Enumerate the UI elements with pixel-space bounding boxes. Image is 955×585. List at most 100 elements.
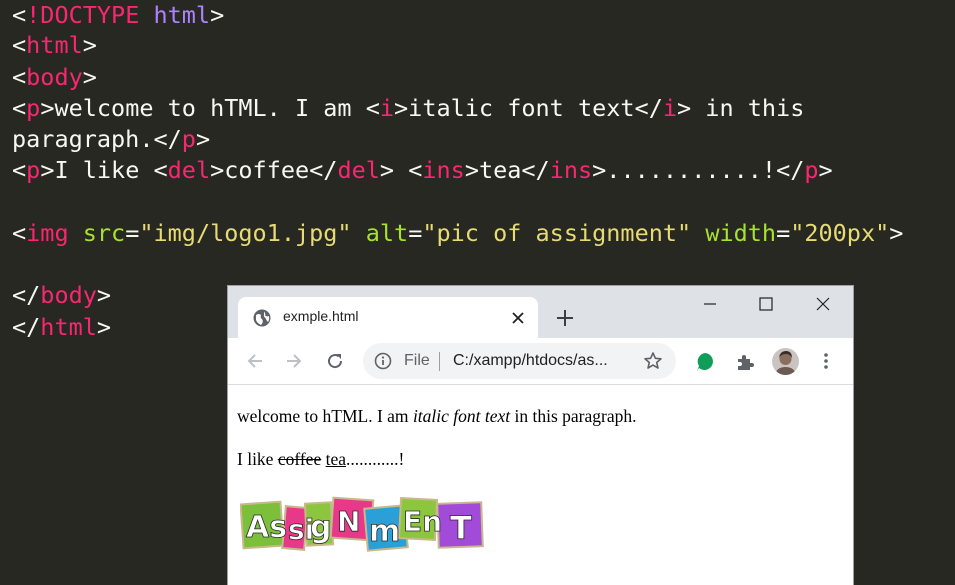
code-token: "200px" (790, 219, 890, 247)
code-token: paragraph.</ (12, 125, 182, 153)
code-token: p (26, 94, 41, 122)
code-token: "img/logo1.jpg" (139, 219, 352, 247)
forward-arrow-icon[interactable] (284, 351, 304, 371)
inserted-text: tea (325, 449, 347, 469)
code-token: > (82, 63, 97, 91)
code-line-8: <img src="img/logo1.jpg" alt="pic of ass… (12, 218, 903, 248)
code-token: < (12, 63, 27, 91)
code-token: p (26, 156, 41, 184)
code-line-6: <p>I like <del>coffee</del> <ins>tea</in… (12, 155, 833, 185)
code-token: img (26, 219, 69, 247)
code-token: ins (549, 156, 593, 184)
code-token: = (408, 219, 423, 247)
code-token: > (818, 156, 833, 184)
code-token: >coffee</ (210, 156, 338, 184)
assignment-logo-image: As si g N m En T (240, 496, 484, 552)
svg-text:N: N (337, 505, 360, 538)
code-line-11: </html> (12, 312, 111, 342)
svg-text:g: g (310, 510, 331, 545)
code-token: alt (351, 219, 409, 247)
svg-text:T: T (450, 509, 472, 547)
browser-tab[interactable]: exmple.html (238, 297, 538, 338)
window-close-icon[interactable] (815, 296, 831, 312)
browser-window: exmple.html File C:/xampp/htdocs/as... w… (227, 285, 854, 585)
tab-title: exmple.html (283, 308, 359, 324)
text: welcome to hTML. I am (237, 406, 413, 426)
code-token: = (125, 219, 140, 247)
code-token: > in this (677, 94, 805, 122)
puzzle-icon[interactable] (734, 351, 756, 373)
code-token: < (12, 94, 27, 122)
star-icon[interactable] (643, 351, 663, 371)
code-token: >...........!</ (592, 156, 805, 184)
code-token: > < (379, 156, 423, 184)
close-icon[interactable] (509, 309, 527, 327)
maximize-icon[interactable] (758, 296, 774, 312)
address-bar[interactable]: File C:/xampp/htdocs/as... (363, 343, 676, 379)
code-token: width (691, 219, 777, 247)
back-arrow-icon[interactable] (245, 351, 265, 371)
code-token: body (26, 63, 83, 91)
code-token: > (889, 219, 904, 247)
code-line-4: <p>welcome to hTML. I am <i>italic font … (12, 93, 804, 123)
code-token: i (662, 94, 678, 122)
code-token: html (26, 31, 83, 59)
code-token: > (82, 31, 97, 59)
paragraph-2: I like coffee tea............! (237, 449, 404, 470)
text: ............! (346, 449, 405, 469)
code-token: p (181, 125, 196, 153)
code-line-2: <html> (12, 30, 97, 60)
svg-text:As: As (246, 510, 287, 545)
file-label: File (404, 352, 430, 369)
green-extension-icon[interactable] (694, 351, 716, 373)
deleted-text: coffee (277, 449, 322, 469)
code-token: < (12, 31, 27, 59)
code-token: del (167, 156, 211, 184)
browser-toolbar: File C:/xampp/htdocs/as... (228, 338, 853, 385)
code-token: src (68, 219, 126, 247)
code-token: ins (422, 156, 465, 184)
code-token: body (40, 281, 97, 309)
code-token: i (379, 94, 395, 122)
svg-text:En: En (403, 505, 442, 538)
code-line-1: <!DOCTYPE html> (12, 0, 224, 30)
code-token: p (804, 156, 819, 184)
reload-icon[interactable] (325, 351, 345, 371)
minimize-icon[interactable] (702, 296, 718, 312)
avatar[interactable] (772, 348, 799, 375)
code-token: > (195, 125, 211, 153)
code-token: = (776, 219, 791, 247)
code-token: > (96, 313, 112, 341)
code-token: !DOCTYPE (26, 1, 140, 29)
code-token: >tea</ (464, 156, 550, 184)
italic-text: italic font text (412, 406, 511, 426)
text: I like (237, 449, 278, 469)
code-token: html (139, 1, 211, 29)
page-content: welcome to hTML. I am italic font text i… (228, 385, 853, 585)
svg-text:m: m (369, 514, 400, 549)
globe-icon (253, 309, 271, 327)
info-icon[interactable] (374, 352, 392, 370)
title-bar: exmple.html (228, 286, 853, 338)
code-token: del (337, 156, 380, 184)
code-token: > (210, 1, 225, 29)
code-line-5: paragraph.</p> (12, 124, 210, 154)
divider (439, 352, 440, 371)
code-token: >italic font text</ (394, 94, 663, 122)
code-token: </ (12, 313, 41, 341)
code-token: </ (12, 281, 41, 309)
code-token: > (96, 281, 112, 309)
url-text[interactable]: C:/xampp/htdocs/as... (453, 352, 608, 370)
code-token: < (12, 156, 27, 184)
code-line-3: <body> (12, 62, 97, 92)
menu-dots-icon[interactable] (816, 351, 836, 371)
code-token: >I like < (40, 156, 168, 184)
code-token: >welcome to hTML. I am < (40, 94, 380, 122)
plus-icon[interactable] (555, 308, 575, 328)
code-token: html (40, 313, 97, 341)
paragraph-1: welcome to hTML. I am italic font text i… (237, 406, 637, 427)
code-line-10: </body> (12, 280, 111, 310)
code-token: "pic of assignment" (422, 219, 692, 247)
code-token: < (12, 219, 27, 247)
code-token: < (12, 1, 27, 29)
